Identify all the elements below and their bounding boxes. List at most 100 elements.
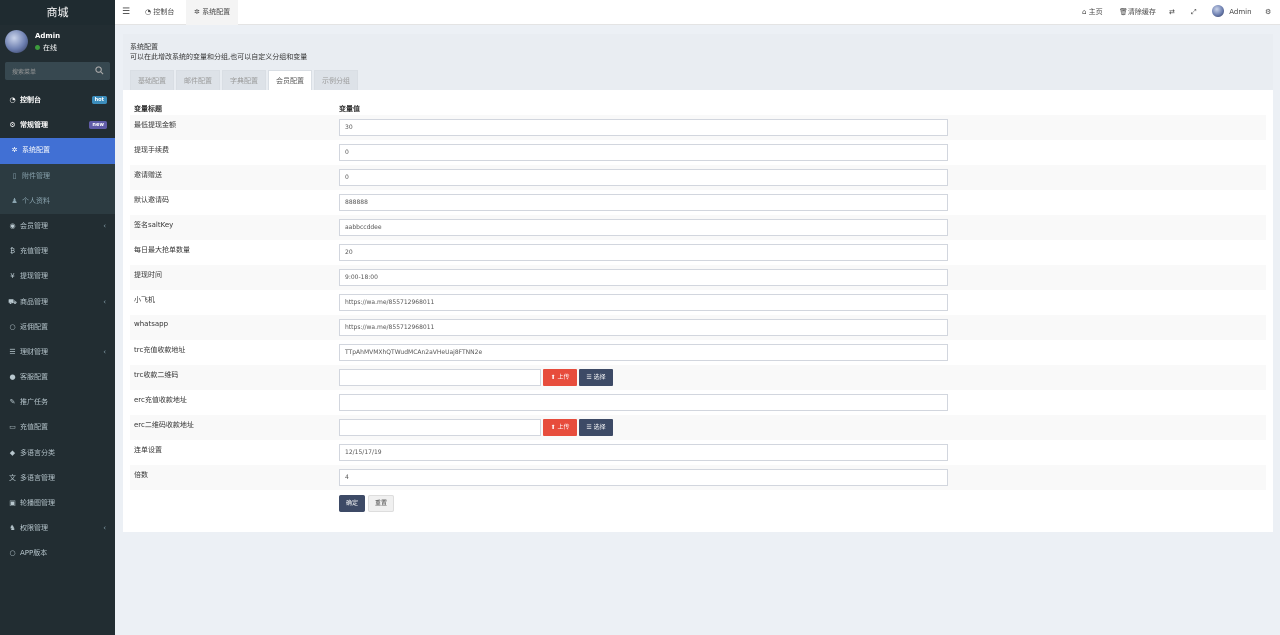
tab-basic[interactable]: 基础配置 [130,70,174,90]
tab-dictionary[interactable]: 字典配置 [222,70,266,90]
sidebar-item-profile[interactable]: ♟ 个人资料 [0,189,115,214]
value-input[interactable]: 0 [339,144,948,161]
content-header: 系统配置 可以在此增改系统的变量和分组,也可以自定义分组和变量 基础配置 邮件配… [123,34,1273,90]
tab-email[interactable]: 邮件配置 [176,70,220,90]
sidebar-item-carousel[interactable]: ▣ 轮播图管理 [0,491,115,516]
sidebar-item-finance[interactable]: ☰ 理财管理 ‹ [0,340,115,365]
tag-icon: ◆ [9,448,16,457]
sidebar-item-members[interactable]: ◉ 会员管理 ‹ [0,214,115,239]
table-row: 默认邀请码 888888 [130,190,1266,215]
group-icon: ♞ [9,524,16,533]
value-input[interactable]: 888888 [339,194,948,211]
sidebar-item-system-config[interactable]: ✲ 系统配置 [0,138,115,164]
list-icon: ☰ [9,347,16,356]
config-panel: 变量标题 变量值 最低提现金额 30 提现手续费 0 邀请赠送 0 默认邀请码 8888… [123,90,1273,532]
choose-button[interactable]: ☰ 选择 [579,369,613,386]
choose-button[interactable]: ☰ 选择 [579,419,613,436]
sidebar-item-recharge[interactable]: ₿ 充值管理 [0,239,115,264]
file-icon: ▯ [12,171,17,180]
sidebar-item-withdraw[interactable]: ¥ 提现管理 [0,264,115,289]
cart-icon: ⛟ [8,297,17,306]
user-status-text: 在线 [43,44,57,52]
value-input[interactable]: 0 [339,169,948,186]
menu-toggle-icon[interactable]: ☰ [122,7,130,17]
table-row: erc充值收款地址 [130,390,1266,415]
tab-example[interactable]: 示例分组 [314,70,358,90]
value-input[interactable]: 9:00-18:00 [339,269,948,286]
value-input[interactable]: 20 [339,244,948,261]
table-row: 连单设置 12/15/17/19 [130,440,1266,465]
upload-button[interactable]: ⬆ 上传 [543,369,577,386]
wrench-icon: ✎ [9,398,16,407]
tab-label: 控制台 [153,8,175,16]
sidebar-item-app-version[interactable]: ○ APP版本 [0,541,115,566]
sidebar-item-attachments[interactable]: ▯ 附件管理 [0,164,115,189]
row-label: trc收款二维码 [134,371,179,379]
sidebar-item-products[interactable]: ⛟ 商品管理 ‹ [0,290,115,315]
sidebar-item-lang-manage[interactable]: 文多语言管理 [0,466,115,491]
row-label: whatsapp [134,320,169,328]
value-input[interactable]: 30 [339,119,948,136]
search-placeholder: 搜索菜单 [12,69,37,76]
fullscreen-icon[interactable]: ⤢ [1191,0,1197,25]
column-header-title: 变量标题 [134,105,162,113]
upload-button[interactable]: ⬆ 上传 [543,419,577,436]
sidebar-item-label: 系统配置 [22,146,50,155]
upload-label: 上传 [557,424,570,431]
value-input[interactable] [339,369,541,386]
value-input[interactable]: aabbccddee [339,219,948,236]
chevron-left-icon: ‹ [103,221,106,230]
value-input[interactable]: https://wa.me/855712968011 [339,319,948,336]
page-title: 系统配置 [130,43,158,51]
sidebar-item-support[interactable]: ● 客服配置 [0,365,115,390]
reset-button[interactable]: 重置 [368,495,394,512]
sidebar-submenu: ✲ 系统配置 ▯ 附件管理 ♟ 个人资料 [0,138,115,214]
table-row: trc收款二维码 ⬆ 上传 ☰ 选择 [130,365,1266,391]
brand-logo[interactable]: 商城 [0,0,115,25]
upload-label: 上传 [557,374,570,381]
sidebar-item-general[interactable]: ⚙ 常规管理 new [0,113,115,138]
clear-cache-label: 清除缓存 [1127,8,1156,16]
clear-cache-button[interactable]: 🗑清除缓存 [1119,0,1156,25]
value-input[interactable] [339,419,541,436]
value-input[interactable]: https://wa.me/855712968011 [339,294,948,311]
search-icon[interactable] [95,66,104,75]
value-input[interactable]: 4 [339,469,948,486]
row-label: 连单设置 [134,446,162,454]
row-label: erc二维码收款地址 [134,421,194,429]
sidebar: 商城 Admin 在线 搜索菜单 ◔ 控制台 hot ⚙ 常规管理 new ✲ 系统配置 … [0,0,115,635]
row-label: 最低提现金额 [134,121,176,129]
table-row: 每日最大抢单数量 20 [130,240,1266,265]
sidebar-item-label: 提现管理 [20,272,48,281]
sidebar-menu: ◔ 控制台 hot ⚙ 常规管理 new ✲ 系统配置 ▯ 附件管理 ♟ 个人资料 ◉ 会员管理… [0,88,115,567]
sidebar-item-dashboard[interactable]: ◔ 控制台 hot [0,88,115,113]
sidebar-item-permissions[interactable]: ♞ 权限管理 ‹ [0,516,115,541]
table-row: 签名saltKey aabbccddee [130,215,1266,241]
user-status: 在线 [35,43,57,53]
admin-menu[interactable]: Admin [1212,0,1252,25]
table-row: whatsapp https://wa.me/855712968011 [130,315,1266,341]
tab-member[interactable]: 会员配置 [268,70,312,90]
sidebar-item-promo-task[interactable]: ✎ 推广任务 [0,390,115,415]
sidebar-item-label: 多语言分类 [20,448,55,457]
tab-system-config[interactable]: ✲ 系统配置 [186,0,239,25]
sidebar-item-recharge-config[interactable]: ▭ 充值配置 [0,415,115,440]
chevron-left-icon: ‹ [103,297,106,306]
avatar [5,30,28,53]
sidebar-item-commission[interactable]: ○ 返佣配置 [0,315,115,340]
row-label: erc充值收款地址 [134,396,187,404]
sidebar-item-label: 控制台 [20,96,41,104]
user-icon: ♟ [11,196,18,205]
value-input[interactable] [339,394,948,411]
submit-button[interactable]: 确定 [339,495,365,512]
home-link[interactable]: ⌂ 主页 [1082,0,1103,25]
sidebar-item-label: 轮播图管理 [20,499,55,507]
settings-icon[interactable]: ⚙ [1265,0,1271,25]
value-input[interactable]: 12/15/17/19 [339,444,948,461]
sidebar-search[interactable]: 搜索菜单 [5,62,110,80]
table-row: trc充值收款地址 TTpAhMVMXhQTWudMCAn2aVHeUaj8FTN… [130,340,1266,365]
tab-dashboard[interactable]: ◔ 控制台 [137,0,182,25]
sidebar-item-lang-category[interactable]: ◆ 多语言分类 [0,441,115,466]
value-input[interactable]: TTpAhMVMXhQTWudMCAn2aVHeUaj8FTNN2e [339,344,948,361]
translate-icon[interactable]: ⇄ [1169,0,1175,25]
